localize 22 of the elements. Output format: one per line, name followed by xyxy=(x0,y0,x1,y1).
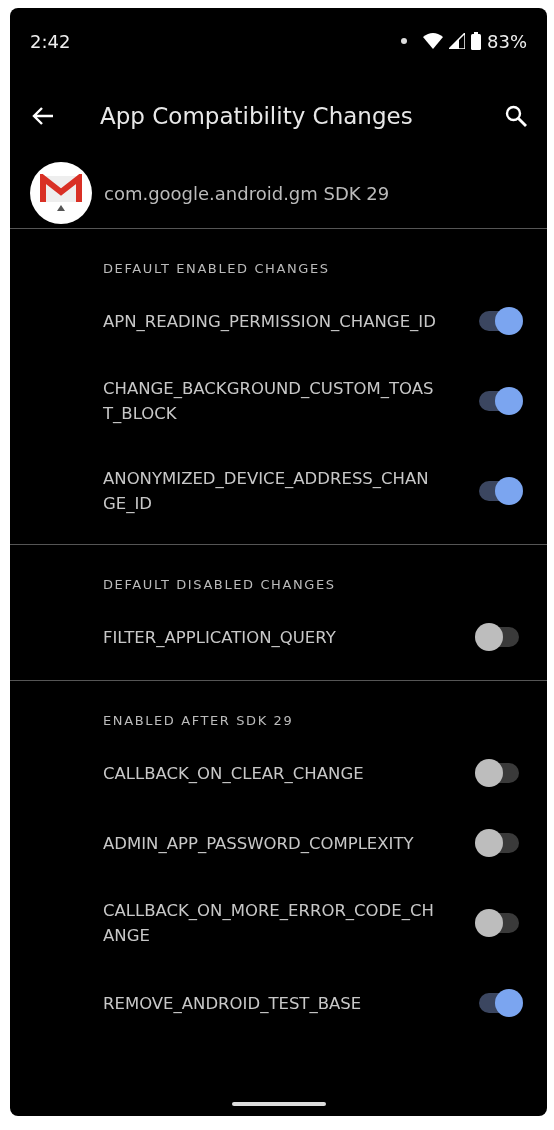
section-header: ENABLED AFTER SDK 29 xyxy=(102,713,295,728)
notification-dot-icon xyxy=(401,38,407,44)
change-label: ANONYMIZED_DEVICE_ADDRESS_CHANGE_ID xyxy=(103,468,430,515)
wifi-icon xyxy=(423,33,443,49)
battery-percent: 83% xyxy=(487,30,527,52)
section-header: DEFAULT DISABLED CHANGES xyxy=(102,577,337,592)
app-package-label: com.google.android.gm SDK 29 xyxy=(104,182,390,204)
signal-icon xyxy=(449,33,465,49)
page-title: App Compatibility Changes xyxy=(100,103,414,129)
change-label: CHANGE_BACKGROUND_CUSTOM_TOAST_BLOCK xyxy=(103,378,435,425)
home-handle[interactable] xyxy=(231,1102,326,1106)
section-header: DEFAULT ENABLED CHANGES xyxy=(102,261,331,276)
change-label: APN_READING_PERMISSION_CHANGE_ID xyxy=(103,310,437,333)
change-label: FILTER_APPLICATION_QUERY xyxy=(103,626,337,649)
back-arrow-icon[interactable] xyxy=(32,106,54,126)
search-icon[interactable] xyxy=(505,105,527,127)
change-label: CALLBACK_ON_CLEAR_CHANGE xyxy=(103,762,365,785)
change-label: REMOVE_ANDROID_TEST_BASE xyxy=(103,992,363,1015)
change-label: ADMIN_APP_PASSWORD_COMPLEXITY xyxy=(103,832,415,855)
battery-icon xyxy=(471,32,481,50)
status-time: 2:42 xyxy=(30,30,71,52)
change-label: CALLBACK_ON_MORE_ERROR_CODE_CHANGE xyxy=(103,900,435,947)
